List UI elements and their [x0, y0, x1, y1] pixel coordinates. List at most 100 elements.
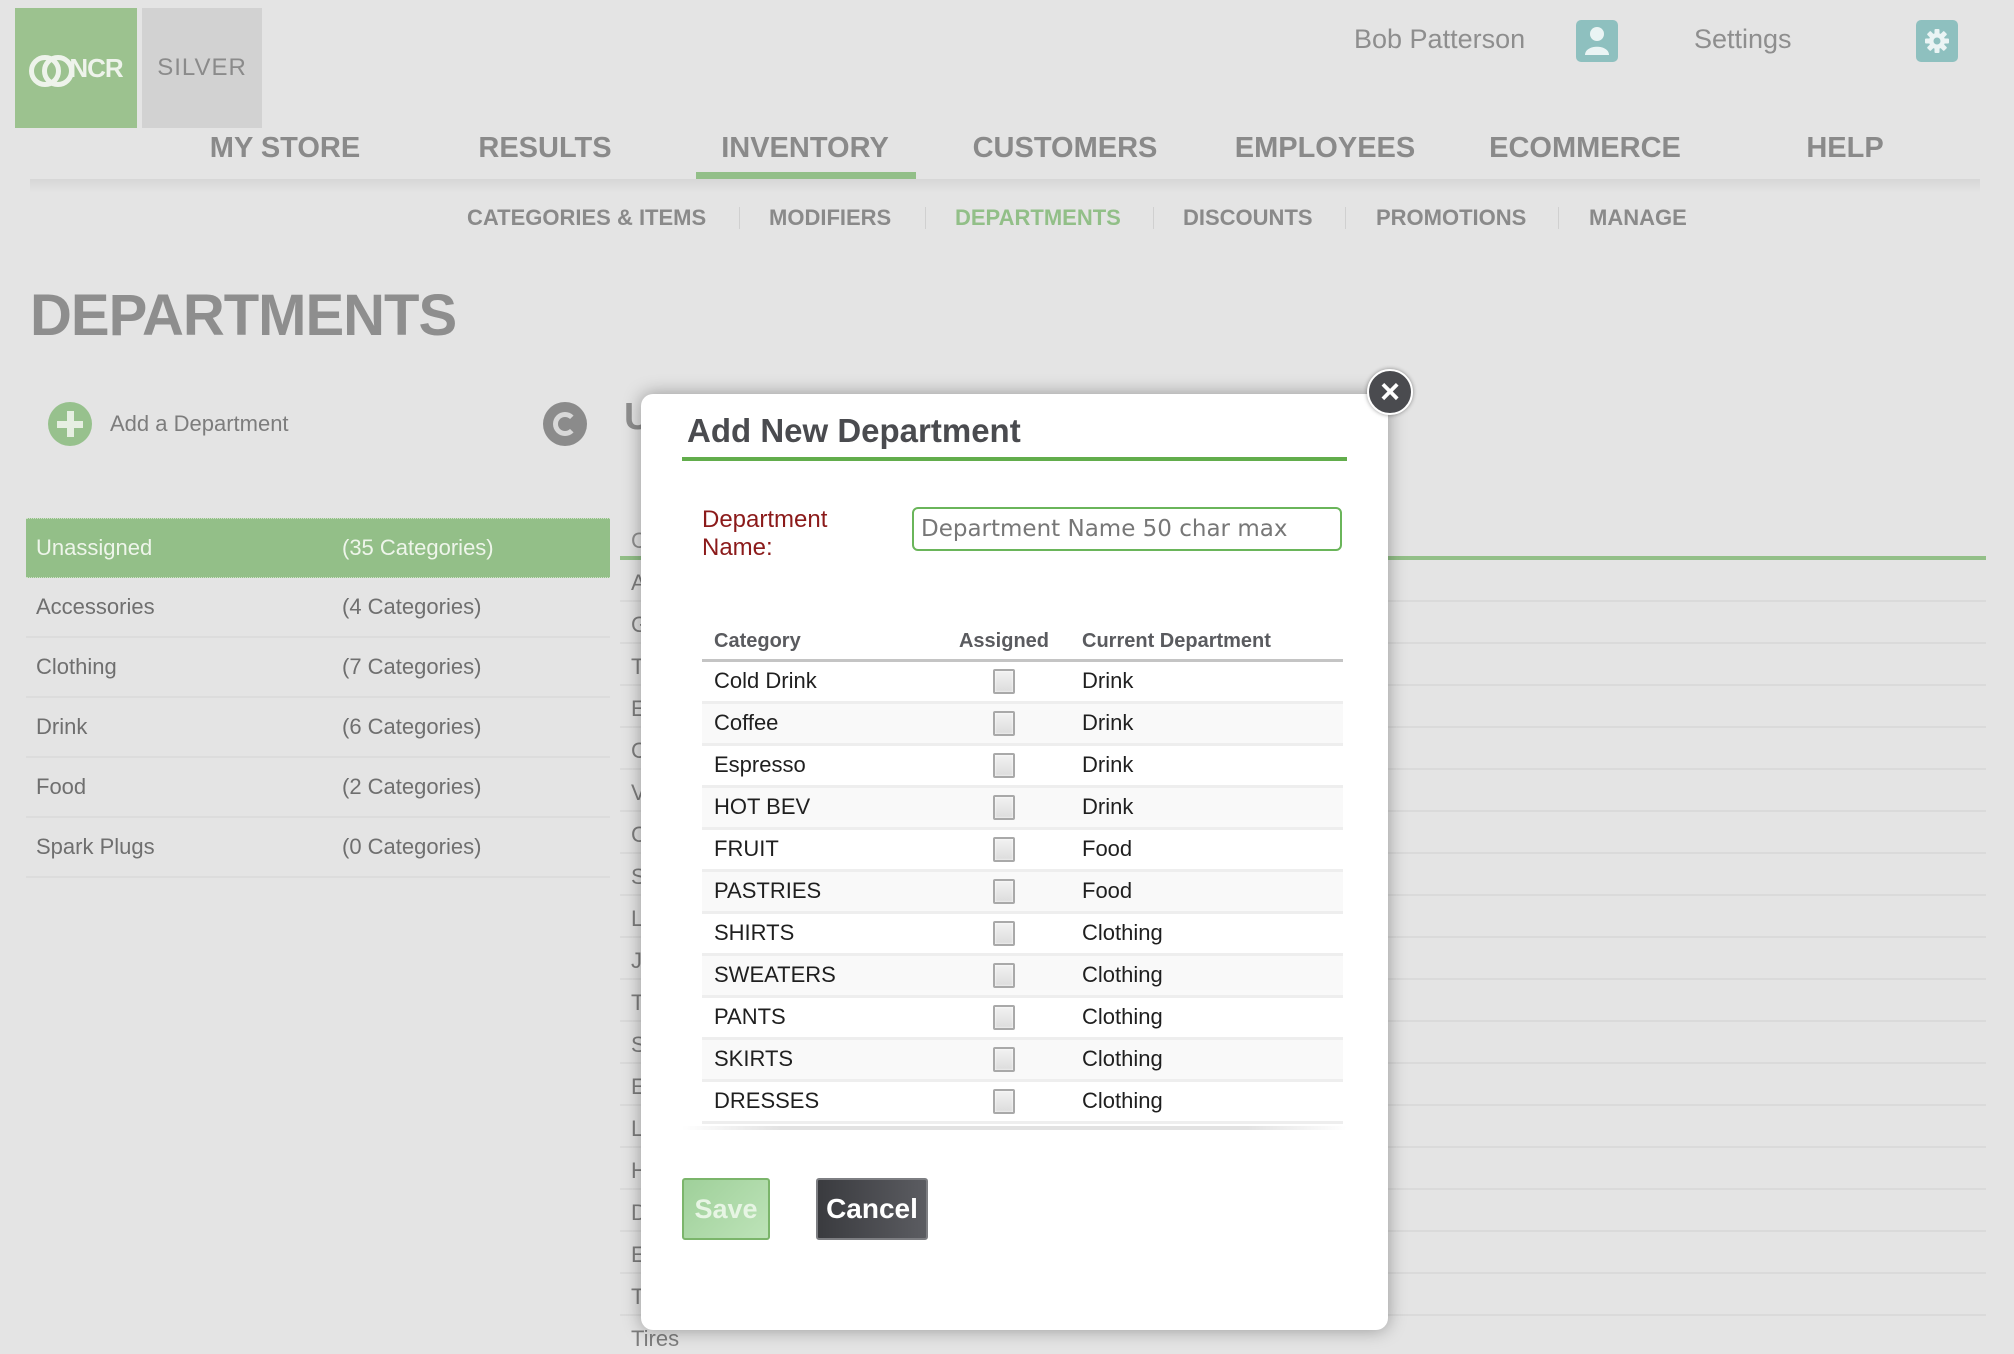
assigned-checkbox[interactable] — [993, 1089, 1015, 1115]
current-department: Clothing — [1068, 912, 1343, 956]
department-count: (7 Categories) — [342, 654, 482, 679]
nav-results[interactable]: RESULTS — [415, 132, 675, 165]
assigned-checkbox[interactable] — [993, 963, 1015, 989]
category-assignment-table: Category Assigned Current Department Col… — [702, 624, 1343, 1124]
department-name: Spark Plugs — [36, 834, 155, 859]
close-modal-button[interactable]: × — [1367, 369, 1413, 415]
save-button[interactable]: Save — [682, 1178, 770, 1240]
assigned-checkbox[interactable] — [993, 711, 1015, 737]
ncr-logo-text: NCR — [69, 52, 123, 83]
nav-ecommerce[interactable]: ECOMMERCE — [1455, 132, 1715, 165]
department-row[interactable]: Clothing (7 Categories) — [26, 638, 610, 698]
add-department-button[interactable]: Add a Department — [48, 402, 289, 446]
table-row: PANTS Clothing — [702, 996, 1343, 1040]
gear-icon — [1925, 29, 1949, 53]
current-department: Drink — [1068, 744, 1343, 788]
department-name-input[interactable] — [912, 507, 1342, 551]
table-row: SKIRTS Clothing — [702, 1038, 1343, 1082]
current-department: Clothing — [1068, 1038, 1343, 1082]
ncr-logo-icon — [29, 55, 75, 87]
subnav-separator — [1345, 207, 1346, 229]
column-header-current-department: Current Department — [1068, 624, 1343, 662]
cancel-button[interactable]: Cancel — [816, 1178, 928, 1240]
assigned-cell — [940, 996, 1068, 1040]
assigned-checkbox[interactable] — [993, 1005, 1015, 1031]
table-row: SWEATERS Clothing — [702, 954, 1343, 998]
department-row[interactable]: Drink (6 Categories) — [26, 698, 610, 758]
assigned-cell — [940, 1080, 1068, 1124]
assigned-checkbox[interactable] — [993, 795, 1015, 821]
current-department: Clothing — [1068, 1080, 1343, 1124]
table-row: PASTRIES Food — [702, 870, 1343, 914]
assigned-checkbox[interactable] — [993, 837, 1015, 863]
department-name-label: Department Name: — [702, 506, 828, 561]
assigned-checkbox[interactable] — [993, 879, 1015, 905]
subnav-departments[interactable]: DEPARTMENTS — [955, 205, 1121, 231]
category-name: SWEATERS — [702, 954, 940, 998]
add-department-modal: Add New Department Department Name: Cate… — [641, 394, 1388, 1330]
modal-title-divider — [682, 457, 1347, 461]
department-row[interactable]: Food (2 Categories) — [26, 758, 610, 818]
table-row: Espresso Drink — [702, 744, 1343, 788]
current-department: Food — [1068, 870, 1343, 914]
subnav-modifiers[interactable]: MODIFIERS — [769, 205, 891, 231]
assigned-checkbox[interactable] — [993, 921, 1015, 947]
category-name: PASTRIES — [702, 870, 940, 914]
current-department: Drink — [1068, 702, 1343, 746]
department-row[interactable]: Unassigned (35 Categories) — [26, 518, 610, 578]
settings-button[interactable] — [1916, 20, 1958, 62]
nav-inventory[interactable]: INVENTORY — [675, 132, 935, 165]
column-header-category: Category — [702, 624, 940, 662]
add-department-label: Add a Department — [110, 411, 289, 436]
close-icon: × — [1380, 373, 1400, 411]
assigned-checkbox[interactable] — [993, 753, 1015, 779]
current-department: Clothing — [1068, 996, 1343, 1040]
settings-link[interactable]: Settings — [1694, 24, 1792, 55]
user-name-link[interactable]: Bob Patterson — [1354, 24, 1525, 55]
sub-nav: CATEGORIES & ITEMS MODIFIERS DEPARTMENTS… — [0, 205, 2014, 235]
department-row[interactable]: Accessories (4 Categories) — [26, 578, 610, 638]
nav-my-store[interactable]: MY STORE — [155, 132, 415, 165]
user-profile-button[interactable] — [1576, 20, 1618, 62]
refresh-icon — [553, 412, 577, 436]
assigned-cell — [940, 786, 1068, 830]
ncr-logo[interactable]: NCR — [15, 8, 137, 128]
user-icon — [1585, 27, 1609, 55]
department-count: (4 Categories) — [342, 594, 482, 619]
subnav-separator — [925, 207, 926, 229]
subnav-manage[interactable]: MANAGE — [1589, 205, 1687, 231]
assigned-cell — [940, 870, 1068, 914]
subnav-categories-items[interactable]: CATEGORIES & ITEMS — [467, 205, 706, 231]
category-name: DRESSES — [702, 1080, 940, 1124]
nav-customers[interactable]: CUSTOMERS — [935, 132, 1195, 165]
assigned-checkbox[interactable] — [993, 1047, 1015, 1073]
department-row[interactable]: Spark Plugs (0 Categories) — [26, 818, 610, 878]
department-count: (6 Categories) — [342, 714, 482, 739]
subnav-discounts[interactable]: DISCOUNTS — [1183, 205, 1313, 231]
department-list: Unassigned (35 Categories) Accessories (… — [26, 518, 610, 878]
page-title: DEPARTMENTS — [30, 283, 457, 348]
category-name: SHIRTS — [702, 912, 940, 956]
assigned-cell — [940, 660, 1068, 704]
table-row: FRUIT Food — [702, 828, 1343, 872]
subnav-separator — [1558, 207, 1559, 229]
table-row: HOT BEV Drink — [702, 786, 1343, 830]
current-department: Drink — [1068, 660, 1343, 704]
table-row: SHIRTS Clothing — [702, 912, 1343, 956]
category-name: FRUIT — [702, 828, 940, 872]
category-name: HOT BEV — [702, 786, 940, 830]
department-count: (2 Categories) — [342, 774, 482, 799]
category-name: SKIRTS — [702, 1038, 940, 1082]
silver-logo[interactable]: SILVER — [142, 8, 262, 128]
nav-divider — [30, 179, 1980, 193]
category-name: Espresso — [702, 744, 940, 788]
department-name: Food — [36, 774, 87, 799]
nav-employees[interactable]: EMPLOYEES — [1195, 132, 1455, 165]
assigned-checkbox[interactable] — [993, 669, 1015, 695]
subnav-promotions[interactable]: PROMOTIONS — [1376, 205, 1526, 231]
department-count: (0 Categories) — [342, 834, 482, 859]
nav-help[interactable]: HELP — [1715, 132, 1975, 165]
assigned-cell — [940, 954, 1068, 998]
refresh-button[interactable] — [543, 402, 587, 446]
department-name: Unassigned — [36, 535, 153, 560]
